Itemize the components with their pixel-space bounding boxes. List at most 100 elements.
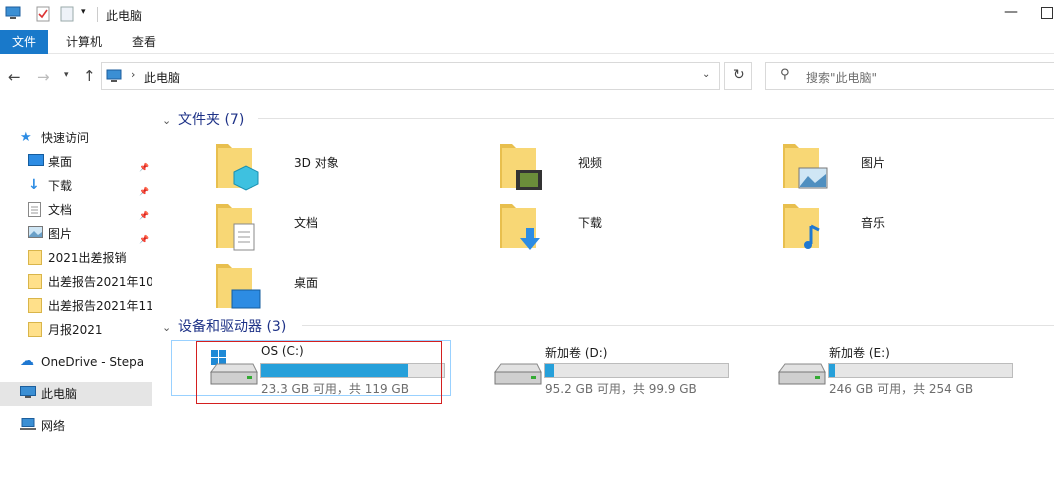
search-input[interactable]: 搜索"此电脑" [806,69,877,86]
sidebar-item-label: 网络 [41,419,66,433]
music-folder-icon [783,204,820,249]
customize-toolbar-icon[interactable]: ▾ [81,7,86,17]
sidebar-item[interactable]: 出差报告2021年10 [0,270,152,294]
folder-tile[interactable]: 音乐 [769,198,1029,254]
document-icon [28,202,41,220]
folder-tile[interactable]: 图片 [769,138,1029,194]
drive-usage-fill [545,364,554,377]
navigation-pane: ★ 快速访问 桌面 📌 ↓ 下载 📌 文档 📌 图片 📌 2021出差报销 出差报告2021年10 出差报… [0,112,152,504]
search-icon: ⚲ [780,67,790,82]
search-box[interactable]: ⚲ 搜索"此电脑" [765,62,1054,90]
recent-locations-icon[interactable]: ▾ [64,70,69,80]
folder-tile[interactable]: 下载 [486,198,746,254]
sidebar-item-label: 此电脑 [41,387,78,401]
sidebar-item[interactable]: ↓ 下载 📌 [0,174,152,198]
main-content: ⌄ 文件夹 (7) 3D 对象 视频 图片文档 下载 音乐桌面 ⌄ 设备和驱动器 (3) [152,100,1054,504]
sidebar-item[interactable]: 网络 [0,414,152,438]
ribbon-tabs: 文件 计算机 查看 [0,30,1054,54]
sidebar-item-label: 出差报告2021年11 [48,299,152,313]
sidebar-item[interactable]: 月报2021 [0,318,152,342]
annotation-highlight-box [196,341,442,404]
address-location: 此电脑 [144,71,181,85]
sidebar-item[interactable]: 2021出差报销 [0,246,152,270]
download-icon: ↓ [28,177,40,193]
tab-file[interactable]: 文件 [0,30,48,54]
computer-icon [20,386,36,402]
sidebar-item[interactable]: 桌面 📌 [0,150,152,174]
sidebar-item[interactable]: 出差报告2021年11 [0,294,152,318]
drive-space-text: 246 GB 可用，共 254 GB [829,382,974,396]
drive-name: 新加卷 (D:) [545,346,608,360]
title-separator [97,7,98,22]
drive-usage-bar [544,363,729,378]
desktop-icon [28,154,44,169]
sidebar-item-label: 快速访问 [41,131,90,145]
refresh-button[interactable]: ↻ [724,62,752,90]
star-icon: ★ [20,130,32,145]
folder-name: 桌面 [294,276,319,290]
sidebar-item[interactable]: ★ 快速访问 [0,126,152,150]
folder-name: 音乐 [861,216,886,230]
sidebar-item-label: 文档 [48,203,73,217]
minimize-icon[interactable]: — [1004,4,1018,20]
sidebar-item[interactable]: 此电脑 [0,382,152,406]
properties-icon[interactable] [36,6,50,22]
folders-group-header[interactable]: ⌄ 文件夹 (7) [162,109,244,129]
window-title: 此电脑 [106,9,143,23]
sidebar-item-label: 桌面 [48,155,73,169]
drive-icon [494,363,542,385]
group-divider [258,118,1054,119]
folder-tile[interactable]: 文档 [202,198,462,254]
drive-space-text: 95.2 GB 可用，共 99.9 GB [545,382,697,396]
folder-name: 下载 [578,216,603,230]
drives-group-title: 设备和驱动器 (3) [178,319,287,335]
folder-tile[interactable]: 桌面 [202,258,462,314]
picture-icon [28,226,43,241]
videos-folder-icon [500,144,542,190]
drive-usage-bar [828,363,1013,378]
sidebar-item-label: 月报2021 [48,323,103,337]
forward-button[interactable]: → [37,68,50,86]
folder-icon [28,298,42,316]
3d-objects-folder-icon [216,144,259,191]
tab-view[interactable]: 查看 [124,30,164,54]
folder-name: 文档 [294,216,319,230]
drive-usage-fill [829,364,835,377]
folder-name: 3D 对象 [294,156,339,170]
folder-name: 图片 [861,156,886,170]
sidebar-item[interactable]: 文档 📌 [0,198,152,222]
folder-tile[interactable]: 视频 [486,138,746,194]
refresh-icon: ↻ [733,67,745,83]
tab-computer[interactable]: 计算机 [60,30,108,54]
sidebar-item[interactable]: 图片 📌 [0,222,152,246]
chevron-down-icon: ⌄ [162,114,172,127]
maximize-icon[interactable] [1041,7,1053,19]
desktop-folder-icon [216,264,261,309]
folder-icon [28,274,42,292]
chevron-down-icon: ⌄ [162,321,172,334]
up-button[interactable]: ↑ [83,67,96,85]
sidebar-item-label: OneDrive - Stepan [41,355,145,369]
drive-name: 新加卷 (E:) [829,346,890,360]
computer-icon [106,69,122,82]
address-bar[interactable]: › 此电脑 ⌄ [101,62,720,90]
new-folder-icon[interactable] [60,6,74,22]
folder-tile[interactable]: 3D 对象 [202,138,462,194]
sidebar-item[interactable]: ☁ OneDrive - Stepan [0,350,152,374]
pictures-folder-icon [783,144,828,189]
title-bar: ▾ 此电脑 — [0,0,1054,30]
drive-icon [778,363,826,385]
sidebar-item-label: 图片 [48,227,73,241]
folder-name: 视频 [578,156,603,170]
back-button[interactable]: ← [8,68,21,86]
address-dropdown-icon[interactable]: ⌄ [702,69,710,80]
sidebar-item-label: 出差报告2021年10 [48,275,152,289]
chevron-right-icon: › [131,68,136,81]
folders-group-title: 文件夹 (7) [178,112,245,128]
drive-tile[interactable]: 新加卷 (E:) 246 GB 可用，共 254 GB [739,342,1013,396]
drive-tile[interactable]: 新加卷 (D:) 95.2 GB 可用，共 99.9 GB [455,342,729,396]
documents-folder-icon [216,204,255,251]
sidebar-item-label: 下载 [48,179,73,193]
folder-icon [28,250,42,268]
drives-group-header[interactable]: ⌄ 设备和驱动器 (3) [162,316,286,336]
